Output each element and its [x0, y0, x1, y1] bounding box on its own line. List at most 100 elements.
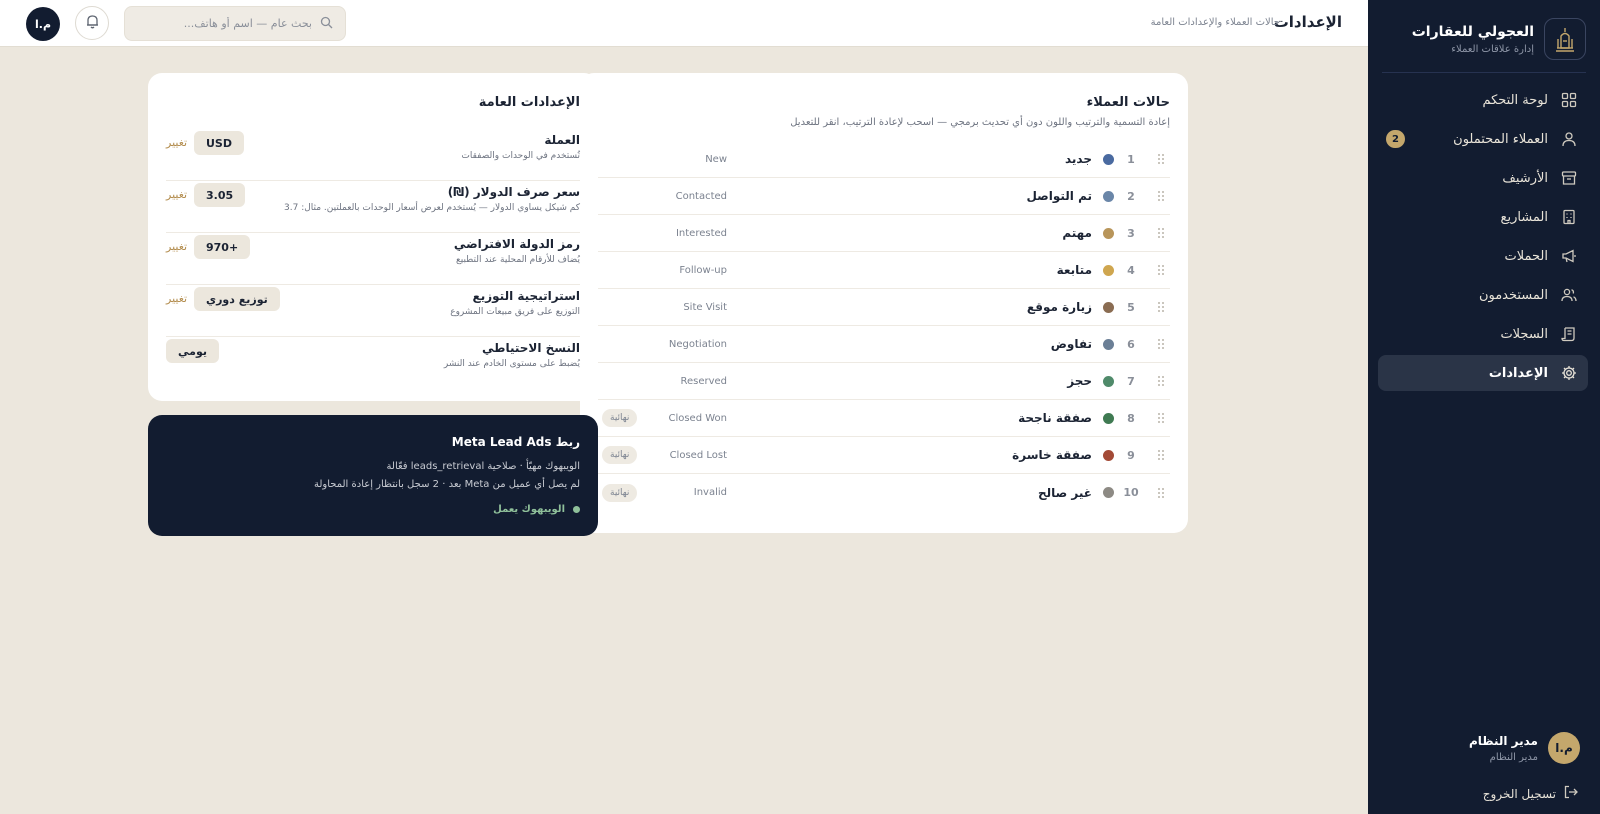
brand[interactable]: العجولي للعقارات إدارة علاقات العملاء: [1382, 17, 1586, 61]
page-subtitle: حالات العملاء والإعدادات العامة: [1150, 17, 1280, 28]
status-color-dot[interactable]: [1103, 153, 1114, 165]
status-row[interactable]: 9 صفقة خاسرة Closed Lost نهائية: [598, 437, 1170, 474]
status-color-dot[interactable]: [1103, 301, 1114, 313]
status-order: 3: [1127, 226, 1135, 240]
sidebar: العجولي للعقارات إدارة علاقات العملاء لو…: [1368, 0, 1600, 814]
change-setting-link[interactable]: تغيير: [166, 136, 187, 149]
status-color-dot[interactable]: [1103, 449, 1114, 461]
status-row[interactable]: 3 مهتم Interested: [598, 215, 1170, 252]
drag-handle-icon[interactable]: [1156, 487, 1166, 499]
status-color-dot[interactable]: [1103, 338, 1114, 350]
sidebar-item-campaigns[interactable]: الحملات: [1378, 238, 1588, 274]
sidebar-nav: لوحة التحكم العملاء المحتملون 2 الأرشيف …: [1378, 82, 1588, 394]
drag-handle-icon[interactable]: [1156, 449, 1166, 461]
sidebar-item-label: لوحة التحكم: [1482, 92, 1548, 108]
drag-handle-icon[interactable]: [1156, 375, 1166, 387]
status-color-dot[interactable]: [1103, 412, 1114, 424]
sidebar-item-settings[interactable]: الإعدادات: [1378, 355, 1588, 391]
sidebar-item-archive[interactable]: الأرشيف: [1378, 160, 1588, 196]
status-english-name: New: [705, 153, 727, 165]
setting-row: سعر صرف الدولار (₪) كم شيكل يساوي الدولار…: [166, 181, 580, 233]
change-setting-link[interactable]: تغيير: [166, 240, 187, 253]
users-icon: [1560, 286, 1578, 304]
global-search[interactable]: [124, 6, 346, 41]
megaphone-icon: [1560, 247, 1578, 265]
logout-button[interactable]: تسجيل الخروج: [1483, 785, 1578, 802]
status-row[interactable]: 1 جديد New: [598, 141, 1170, 178]
status-english-name: Interested: [675, 227, 727, 239]
sidebar-item-label: الإعدادات: [1488, 365, 1548, 381]
status-row[interactable]: 4 متابعة Follow-up: [598, 252, 1170, 289]
status-color-dot[interactable]: [1103, 227, 1114, 239]
search-input[interactable]: [137, 17, 312, 30]
status-name[interactable]: متابعة: [1057, 263, 1092, 277]
drag-handle-icon[interactable]: [1156, 190, 1166, 202]
status-order: 2: [1127, 189, 1135, 203]
brand-name: العجولي للعقارات: [1411, 23, 1534, 40]
user-icon: [1560, 130, 1578, 148]
change-setting-link[interactable]: تغيير: [166, 188, 187, 201]
status-english-name: Site Visit: [683, 301, 727, 313]
meta-webhook-info: الويبهوك مهيّأ · صلاحية leads_retrieval …: [386, 461, 580, 472]
drag-handle-icon[interactable]: [1156, 264, 1166, 276]
status-row[interactable]: 10 غير صالح Invalid نهائية: [598, 474, 1170, 511]
user-role: مدير النظام: [1489, 751, 1538, 763]
lead-statuses-description: إعادة التسمية والترتيب واللون دون أي تحد…: [790, 117, 1170, 128]
notifications-button[interactable]: [75, 6, 109, 40]
change-setting-link[interactable]: تغيير: [166, 292, 187, 305]
setting-help: كم شيكل يساوي الدولار — يُستخدم لعرض أسع…: [284, 203, 580, 213]
search-icon: [320, 14, 333, 33]
sidebar-item-users[interactable]: المستخدمون: [1378, 277, 1588, 313]
status-color-dot[interactable]: [1103, 190, 1114, 202]
status-english-name: Follow-up: [679, 264, 727, 276]
logout-label: تسجيل الخروج: [1482, 786, 1556, 801]
status-name[interactable]: غير صالح: [1038, 486, 1092, 500]
final-status-badge: نهائية: [602, 409, 638, 427]
setting-label: النسخ الاحتياطي: [482, 341, 580, 355]
setting-value: USD: [194, 131, 244, 155]
sidebar-divider: [1382, 72, 1586, 73]
status-name[interactable]: صفقة خاسرة: [1012, 448, 1092, 462]
drag-handle-icon[interactable]: [1156, 338, 1166, 350]
meta-card-title: ربط Meta Lead Ads: [451, 435, 580, 449]
status-color-dot[interactable]: [1103, 264, 1114, 276]
sidebar-item-logs[interactable]: السجلات: [1378, 316, 1588, 352]
logout-icon: [1564, 785, 1578, 802]
status-name[interactable]: تفاوض: [1051, 337, 1092, 351]
user-avatar-button[interactable]: م.ا: [26, 7, 60, 41]
status-name[interactable]: تم التواصل: [1026, 189, 1092, 203]
status-name[interactable]: زيارة موقع: [1027, 300, 1092, 314]
setting-label: رمز الدولة الافتراضي: [453, 237, 580, 251]
status-list: 1 جديد New 2 تم التواصل Contacted 3 مهتم Interes…: [598, 141, 1170, 511]
status-order: 7: [1127, 374, 1135, 388]
lead-statuses-card: حالات العملاء إعادة التسمية والترتيب وال…: [580, 73, 1188, 533]
status-order: 9: [1127, 448, 1135, 462]
sidebar-item-projects[interactable]: المشاريع: [1378, 199, 1588, 235]
status-name[interactable]: صفقة ناجحة: [1018, 411, 1092, 425]
setting-label: استراتيجية التوزيع: [472, 289, 580, 303]
status-row[interactable]: 7 حجز Reserved: [598, 363, 1170, 400]
status-row[interactable]: 8 صفقة ناجحة Closed Won نهائية: [598, 400, 1170, 437]
setting-row: النسخ الاحتياطي يُضبط على مستوى الخادم عن…: [166, 337, 580, 389]
general-settings-card: الإعدادات العامة العملة تُستخدم في الوحدا…: [148, 73, 598, 401]
current-user[interactable]: م.ا مدير النظام مدير النظام: [1469, 732, 1580, 764]
status-row[interactable]: 5 زيارة موقع Site Visit: [598, 289, 1170, 326]
status-color-dot[interactable]: [1103, 375, 1114, 387]
lead-statuses-title: حالات العملاء: [1086, 95, 1170, 110]
sidebar-item-dashboard[interactable]: لوحة التحكم: [1378, 82, 1588, 118]
status-name[interactable]: مهتم: [1062, 226, 1092, 240]
sidebar-item-leads[interactable]: العملاء المحتملون 2: [1378, 121, 1588, 157]
status-english-name: Invalid: [693, 487, 727, 498]
status-color-dot[interactable]: [1103, 487, 1114, 498]
status-english-name: Closed Lost: [669, 449, 727, 461]
drag-handle-icon[interactable]: [1156, 412, 1166, 424]
drag-handle-icon[interactable]: [1156, 227, 1166, 239]
status-order: 8: [1127, 411, 1135, 425]
status-name[interactable]: حجز: [1067, 374, 1092, 388]
drag-handle-icon[interactable]: [1156, 301, 1166, 313]
settings-list: العملة تُستخدم في الوحدات والصفقات USD تغيي…: [166, 129, 580, 389]
status-row[interactable]: 6 تفاوض Negotiation: [598, 326, 1170, 363]
drag-handle-icon[interactable]: [1156, 153, 1166, 165]
status-row[interactable]: 2 تم التواصل Contacted: [598, 178, 1170, 215]
status-name[interactable]: جديد: [1065, 152, 1092, 166]
